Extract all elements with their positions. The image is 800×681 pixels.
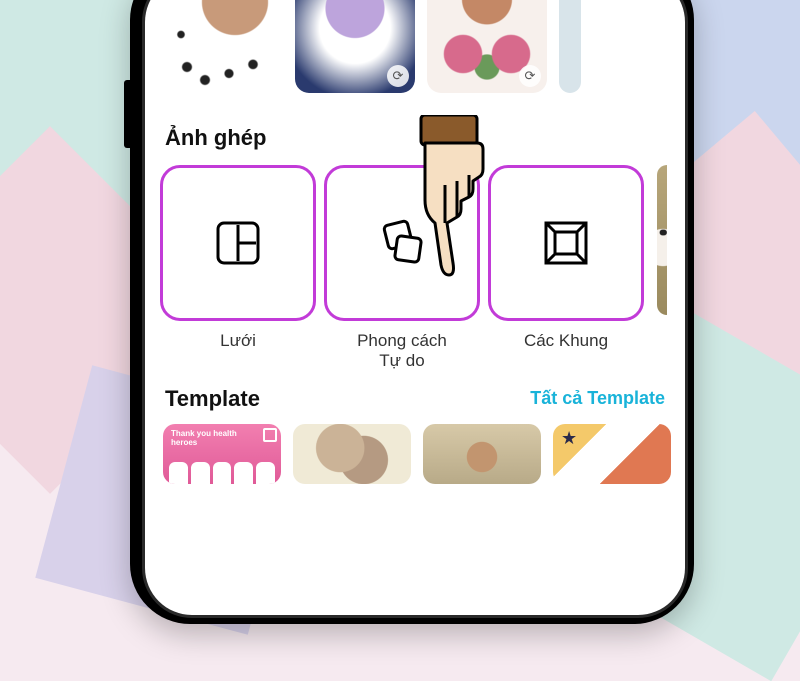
phone-side-button bbox=[124, 80, 130, 148]
app-screen: ⟳ ⟳ Ảnh ghép bbox=[145, 0, 685, 615]
collage-option-frames[interactable]: Các Khung bbox=[491, 165, 641, 372]
artwork-item[interactable] bbox=[163, 0, 283, 93]
template-badge-icon bbox=[263, 428, 277, 442]
collage-option-grid[interactable]: Lưới bbox=[163, 165, 313, 372]
see-all-templates-link[interactable]: Tất cả Template bbox=[530, 388, 665, 409]
artwork-item[interactable]: ⟳ bbox=[427, 0, 547, 93]
collage-option-label: Các Khung bbox=[524, 331, 608, 351]
collage-option-label: Phong cách Tự do bbox=[357, 331, 447, 372]
template-item[interactable] bbox=[293, 424, 411, 484]
collage-preview-photo[interactable] bbox=[657, 165, 667, 315]
section-title-collage: Ảnh ghép bbox=[165, 125, 667, 151]
artwork-item[interactable]: ⟳ bbox=[295, 0, 415, 93]
section-title-template: Template bbox=[165, 386, 260, 412]
template-caption: Thank you health heroes bbox=[171, 430, 251, 448]
grid-icon bbox=[212, 217, 264, 269]
collage-option-label: Lưới bbox=[220, 331, 256, 351]
collage-option-freestyle[interactable]: Phong cách Tự do bbox=[327, 165, 477, 372]
artwork-scroller[interactable]: ⟳ ⟳ bbox=[163, 0, 667, 93]
artwork-item[interactable] bbox=[559, 0, 581, 93]
phone-frame: ⟳ ⟳ Ảnh ghép bbox=[130, 0, 694, 624]
template-scroller[interactable]: Thank you health heroes bbox=[163, 424, 667, 484]
template-item[interactable] bbox=[423, 424, 541, 484]
frames-icon bbox=[539, 216, 593, 270]
template-item[interactable]: Thank you health heroes bbox=[163, 424, 281, 484]
reload-icon[interactable]: ⟳ bbox=[387, 65, 409, 87]
template-item[interactable] bbox=[553, 424, 671, 484]
collage-options: Lưới Phong cách Tự do bbox=[163, 165, 667, 372]
reload-icon[interactable]: ⟳ bbox=[519, 65, 541, 87]
freestyle-icon bbox=[372, 213, 432, 273]
